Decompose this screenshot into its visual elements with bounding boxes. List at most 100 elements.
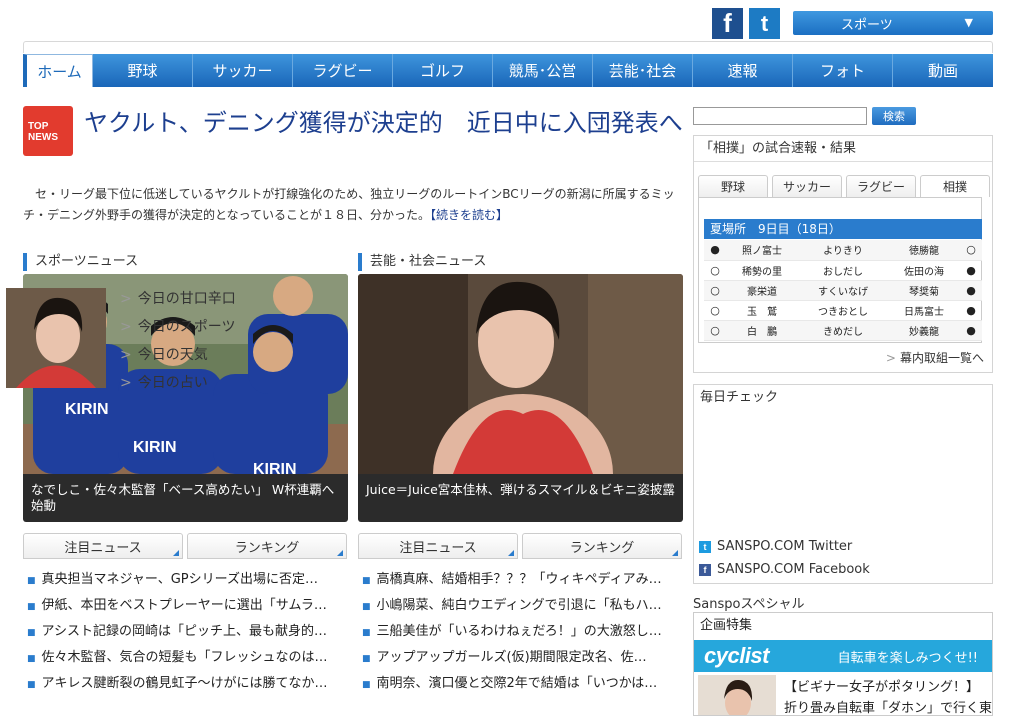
list-item[interactable]: ■ アップアップガールズ(仮)期間限定改名、佐… xyxy=(358,645,683,671)
list-item[interactable]: ■ アシスト記録の岡崎は「ピッチ上、最も献身的… xyxy=(23,619,348,645)
section-select[interactable]: スポーツ ▼ xyxy=(793,11,993,35)
bullet-icon: ■ xyxy=(27,654,36,664)
chevron-right-icon: > xyxy=(120,347,132,363)
nav-baseball[interactable]: 野球 xyxy=(93,54,193,87)
search-input[interactable] xyxy=(693,107,867,125)
makuuchi-link[interactable]: > 幕内取組一覧へ xyxy=(886,349,984,366)
nav-keiba[interactable]: 競馬･公営 xyxy=(493,54,593,87)
daily-link-fortune[interactable]: > 今日の占い xyxy=(120,369,236,397)
east-result: ● xyxy=(704,240,726,261)
list-item[interactable]: ■ 真央担当マネジャー、GPシリーズ出場に否定… xyxy=(23,567,348,593)
tab-label: 注目ニュース xyxy=(399,540,477,556)
corner-triangle-icon xyxy=(672,550,678,556)
top-news-headline[interactable]: ヤクルト、デニング獲得が決定的 近日中に入団発表へ xyxy=(84,108,684,139)
daily-link-label: 今日の天気 xyxy=(137,347,208,363)
nav-video[interactable]: 動画 xyxy=(893,54,993,87)
nav-breaking[interactable]: 速報 xyxy=(693,54,793,87)
kimarite: おしだし xyxy=(798,260,888,281)
west-result: ● xyxy=(960,260,982,281)
list-item-text: 小嶋陽菜、純白ウエディングで引退に「私もハ… xyxy=(376,598,662,613)
list-item[interactable]: ■ 高橋真麻、結婚相手？？？「ウィキペディアみ… xyxy=(358,567,683,593)
list-item[interactable]: ■ 小嶋陽菜、純白ウエディングで引退に「私もハ… xyxy=(358,593,683,619)
nav-photo[interactable]: フォト xyxy=(793,54,893,87)
daily-link-amakuchi[interactable]: > 今日の甘口辛口 xyxy=(120,285,236,313)
east-result: ○ xyxy=(704,260,726,281)
list-item[interactable]: ■ 伊紙、本田をベストプレーヤーに選出「サムラ… xyxy=(23,593,348,619)
feature-text[interactable]: 【ビギナー女子がポタリング！】 折り畳み自転車「ダホン」で行く東 xyxy=(784,677,992,715)
sumo-results-box: 夏場所 9日目（18日） ● 照ノ富士 よりきり 徳勝龍 ○ ○ 稀勢の里 おし… xyxy=(698,197,982,343)
entertainment-photo-card[interactable]: Juice＝Juice宮本佳林、弾けるスマイル＆ビキニ姿披露 xyxy=(358,274,683,522)
list-item[interactable]: ■ アキレス腱断裂の鶴見虹子～けがには勝てなか… xyxy=(23,671,348,697)
cyclist-tagline: 自転車を楽しみつくせ!! xyxy=(837,650,978,666)
tab-sumo[interactable]: 相撲 xyxy=(920,175,990,197)
west-wrestler: 妙義龍 xyxy=(888,320,960,341)
twitter-icon[interactable]: t xyxy=(749,8,780,39)
list-item[interactable]: ■ 三船美佳が「いるわけねぇだろ！」の大激怒し… xyxy=(358,619,683,645)
tab-featured-news[interactable]: 注目ニュース xyxy=(23,533,183,559)
chevron-right-icon: > xyxy=(885,351,896,365)
tab-soccer[interactable]: サッカー xyxy=(772,175,842,197)
list-item-text: 真央担当マネジャー、GPシリーズ出場に否定… xyxy=(41,572,318,587)
tab-rugby[interactable]: ラグビー xyxy=(846,175,916,197)
social-links: f t xyxy=(712,8,780,39)
west-wrestler: 日馬富士 xyxy=(888,300,960,321)
facebook-icon[interactable]: f xyxy=(712,8,743,39)
search-button[interactable]: 検索 xyxy=(872,107,916,125)
kimarite: きめだし xyxy=(798,320,888,341)
feature-photo[interactable] xyxy=(698,675,776,716)
svg-text:KIRIN: KIRIN xyxy=(253,461,297,474)
table-row[interactable]: ○ 稀勢の里 おしだし 佐田の海 ● xyxy=(704,260,982,281)
top-news-badge-line2: NEWS xyxy=(28,132,58,143)
sumo-results-title: 「相撲」の試合速報・結果 xyxy=(694,136,992,162)
bullet-icon: ■ xyxy=(362,628,371,638)
nav-rugby[interactable]: ラグビー xyxy=(293,54,393,87)
nav-home[interactable]: ホーム xyxy=(23,54,93,87)
kimarite: すくいなげ xyxy=(798,280,888,301)
nav-golf[interactable]: ゴルフ xyxy=(393,54,493,87)
basho-day: 夏場所 9日目（18日） xyxy=(704,219,982,239)
tab-ranking[interactable]: ランキング xyxy=(522,533,682,559)
sports-news-list: ■ 真央担当マネジャー、GPシリーズ出場に否定… ■ 伊紙、本田をベストプレーヤーに… xyxy=(23,567,348,697)
nav-entertainment[interactable]: 芸能･社会 xyxy=(593,54,693,87)
daily-check-title: 毎日チェック xyxy=(700,390,779,405)
table-row[interactable]: ○ 豪栄道 すくいなげ 琴奨菊 ● xyxy=(704,280,982,301)
east-result: ○ xyxy=(704,280,726,301)
nav-soccer[interactable]: サッカー xyxy=(193,54,293,87)
table-row[interactable]: ● 照ノ富士 よりきり 徳勝龍 ○ xyxy=(704,240,982,261)
daily-check-photo[interactable] xyxy=(6,288,106,388)
tab-ranking[interactable]: ランキング xyxy=(187,533,347,559)
table-row[interactable]: ○ 玉 鷲 つきおとし 日馬富士 ● xyxy=(704,300,982,321)
sport-tabs: 野球 サッカー ラグビー 相撲 xyxy=(698,175,990,197)
cyclist-banner[interactable]: cyclist 自転車を楽しみつくせ!! xyxy=(694,640,992,672)
daily-link-label: 今日の占い xyxy=(137,375,208,391)
daily-links: > 今日の甘口辛口 > 今日のスポーツ > 今日の天気 > 今日の占い xyxy=(120,285,236,397)
list-item[interactable]: ■ 佐々木監督、気合の短髪も「フレッシュなのは… xyxy=(23,645,348,671)
bullet-icon: ■ xyxy=(27,602,36,612)
list-item[interactable]: ■ 南明奈、濱口優と交際2年で結婚は「いつかは… xyxy=(358,671,683,697)
read-more-link[interactable]: 【続きを読む】 xyxy=(430,208,508,222)
east-result: ○ xyxy=(704,300,726,321)
sanspo-twitter-link[interactable]: t SANSPO.COM Twitter xyxy=(699,539,852,554)
sanspo-twitter-label: SANSPO.COM Twitter xyxy=(717,539,853,554)
sports-news-tabs: 注目ニュース ランキング xyxy=(23,533,347,559)
table-row[interactable]: ○ 白 鵬 きめだし 妙義龍 ● xyxy=(704,320,982,341)
west-result: ● xyxy=(960,300,982,321)
east-wrestler: 豪栄道 xyxy=(726,280,798,301)
sanspo-facebook-link[interactable]: f SANSPO.COM Facebook xyxy=(699,562,870,577)
entertainment-photo xyxy=(358,274,683,474)
entertainment-news-tabs: 注目ニュース ランキング xyxy=(358,533,682,559)
daily-link-label: 今日の甘口辛口 xyxy=(137,291,236,307)
daily-link-label: 今日のスポーツ xyxy=(137,319,236,335)
daily-link-weather[interactable]: > 今日の天気 xyxy=(120,341,236,369)
tab-baseball[interactable]: 野球 xyxy=(698,175,768,197)
top-news-lede: セ・リーグ最下位に低迷しているヤクルトが打線強化のため、独立リーグのルートインB… xyxy=(23,184,683,226)
kikaku-panel: 企画特集 cyclist 自転車を楽しみつくせ!! 【ビギナー女子がポタリング！… xyxy=(693,612,993,716)
list-item-text: 伊紙、本田をベストプレーヤーに選出「サムラ… xyxy=(41,598,327,613)
tab-featured-news[interactable]: 注目ニュース xyxy=(358,533,518,559)
sanspo-facebook-label: SANSPO.COM Facebook xyxy=(717,562,870,577)
entertainment-news-list: ■ 高橋真麻、結婚相手？？？「ウィキペディアみ… ■ 小嶋陽菜、純白ウエディングで引… xyxy=(358,567,683,697)
triangle-down-icon: ▼ xyxy=(964,16,973,29)
west-result: ● xyxy=(960,280,982,301)
east-wrestler: 稀勢の里 xyxy=(726,260,798,281)
daily-link-sports[interactable]: > 今日のスポーツ xyxy=(120,313,236,341)
